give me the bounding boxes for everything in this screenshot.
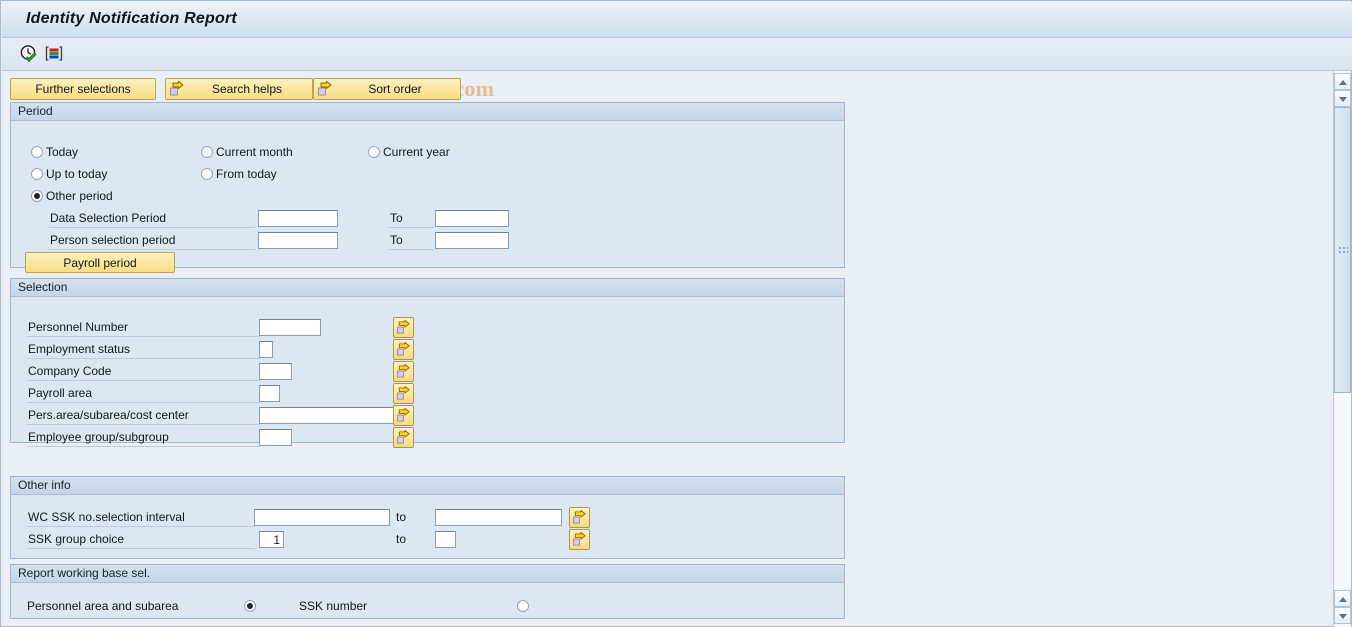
window-title-bar: Identity Notification Report [2, 2, 1352, 38]
wc-ssk-no-selection-interval-to-label: to [396, 510, 407, 524]
ssk-group-choice-to-label: to [396, 532, 407, 546]
sort-order-button[interactable]: Sort order [313, 78, 461, 100]
payroll-area-multi-select-button[interactable] [393, 383, 414, 404]
ssk-group-choice-from-input[interactable] [259, 531, 284, 548]
wc-ssk-no-selection-interval-to-input[interactable] [435, 509, 562, 526]
person-selection-period-label: Person selection period [49, 233, 255, 250]
radio-today[interactable] [31, 146, 43, 158]
person-selection-period-from-input[interactable] [258, 232, 338, 249]
radio-current-year[interactable] [368, 146, 380, 158]
wc-ssk-no-selection-interval-multi-select-button[interactable] [569, 507, 590, 528]
multiple-selection-icon[interactable] [43, 43, 65, 65]
other-info-panel-header: Other info [11, 477, 844, 495]
yellow-arrow-icon [169, 81, 185, 97]
employee-group-subgroup-input[interactable] [259, 429, 292, 446]
ssk-number-label[interactable]: SSK number [299, 599, 367, 613]
payroll-area-input[interactable] [259, 385, 280, 402]
ssk-group-choice-multi-select-button[interactable] [569, 529, 590, 550]
scroll-down-arrow-icon-bottom[interactable] [1334, 607, 1351, 624]
report-working-base-panel-header: Report working base sel. [11, 565, 844, 583]
page-title: Identity Notification Report [26, 10, 237, 27]
search-helps-button[interactable]: Search helps [165, 78, 313, 100]
wc-ssk-no-selection-interval-label: WC SSK no.selection interval [27, 510, 255, 527]
data-selection-period-from-input[interactable] [258, 210, 338, 227]
execute-icon[interactable] [18, 43, 40, 65]
company-code-label: Company Code [27, 364, 260, 381]
yellow-arrow-icon [317, 81, 333, 97]
payroll-period-button[interactable]: Payroll period [25, 252, 175, 273]
radio-from-today-label[interactable]: From today [216, 167, 277, 181]
radio-personnel-area-and-subarea[interactable] [244, 600, 256, 612]
personnel-number-multi-select-button[interactable] [393, 317, 414, 338]
scroll-down-arrow-icon[interactable] [1334, 90, 1351, 107]
person-selection-period-to-input[interactable] [435, 232, 509, 249]
company-code-multi-select-button[interactable] [393, 361, 414, 382]
period-panel-header: Period [11, 103, 844, 121]
payroll-area-label: Payroll area [27, 386, 260, 403]
pers-area-subarea-cost-center-multi-select-button[interactable] [393, 405, 414, 426]
company-code-input[interactable] [259, 363, 292, 380]
personnel-area-and-subarea-label[interactable]: Personnel area and subarea [27, 599, 178, 613]
employee-group-subgroup-multi-select-button[interactable] [393, 427, 414, 448]
vertical-scrollbar[interactable] [1333, 71, 1351, 627]
radio-current-month[interactable] [201, 146, 213, 158]
pers-area-subarea-cost-center-label: Pers.area/subarea/cost center [27, 408, 260, 425]
further-selections-button[interactable]: Further selections [10, 78, 156, 100]
employment-status-label: Employment status [27, 342, 260, 359]
other-info-panel-body: WC SSK no.selection interval to SSK grou… [11, 495, 844, 559]
selection-panel-header: Selection [11, 279, 844, 297]
data-selection-period-label: Data Selection Period [49, 211, 255, 228]
data-selection-period-to-label: To [389, 211, 434, 228]
ssk-group-choice-to-input[interactable] [435, 531, 456, 548]
data-selection-period-to-input[interactable] [435, 210, 509, 227]
employee-group-subgroup-label: Employee group/subgroup [27, 430, 260, 447]
radio-current-month-label[interactable]: Current month [216, 145, 293, 159]
sap-gui-window: Identity Notification Report © www.tutor… [0, 0, 1352, 627]
radio-other-period-label[interactable]: Other period [46, 189, 113, 203]
radio-up-to-today[interactable] [31, 168, 43, 180]
scroll-up-arrow-icon-bottom[interactable] [1334, 590, 1351, 607]
report-working-base-panel-body: Personnel area and subarea SSK number [11, 583, 844, 619]
ssk-group-choice-label: SSK group choice [27, 532, 255, 549]
employment-status-input[interactable] [259, 341, 273, 358]
report-working-base-panel: Report working base sel. Personnel area … [10, 564, 845, 619]
application-toolbar: © www.tutorialkart.com [2, 38, 1352, 101]
radio-current-year-label[interactable]: Current year [383, 145, 450, 159]
scroll-up-arrow-icon[interactable] [1334, 73, 1351, 90]
pers-area-subarea-cost-center-input[interactable] [259, 407, 395, 424]
personnel-number-input[interactable] [259, 319, 321, 336]
scrollbar-thumb[interactable] [1334, 107, 1351, 393]
selection-panel: Selection Personnel Number Employment st… [10, 278, 845, 448]
period-panel: Period Today Current month Current year … [10, 102, 845, 273]
radio-today-label[interactable]: Today [46, 145, 78, 159]
radio-other-period[interactable] [31, 190, 43, 202]
radio-ssk-number[interactable] [517, 600, 529, 612]
radio-from-today[interactable] [201, 168, 213, 180]
selection-panel-body: Personnel Number Employment status Compa… [11, 297, 844, 448]
employment-status-multi-select-button[interactable] [393, 339, 414, 360]
personnel-number-label: Personnel Number [27, 320, 260, 337]
scrollbar-grip-icon [1339, 247, 1348, 254]
person-selection-period-to-label: To [389, 233, 434, 250]
other-info-panel: Other info WC SSK no.selection interval … [10, 476, 845, 559]
wc-ssk-no-selection-interval-from-input[interactable] [254, 509, 390, 526]
period-panel-body: Today Current month Current year Up to t… [11, 121, 844, 273]
radio-up-to-today-label[interactable]: Up to today [46, 167, 107, 181]
